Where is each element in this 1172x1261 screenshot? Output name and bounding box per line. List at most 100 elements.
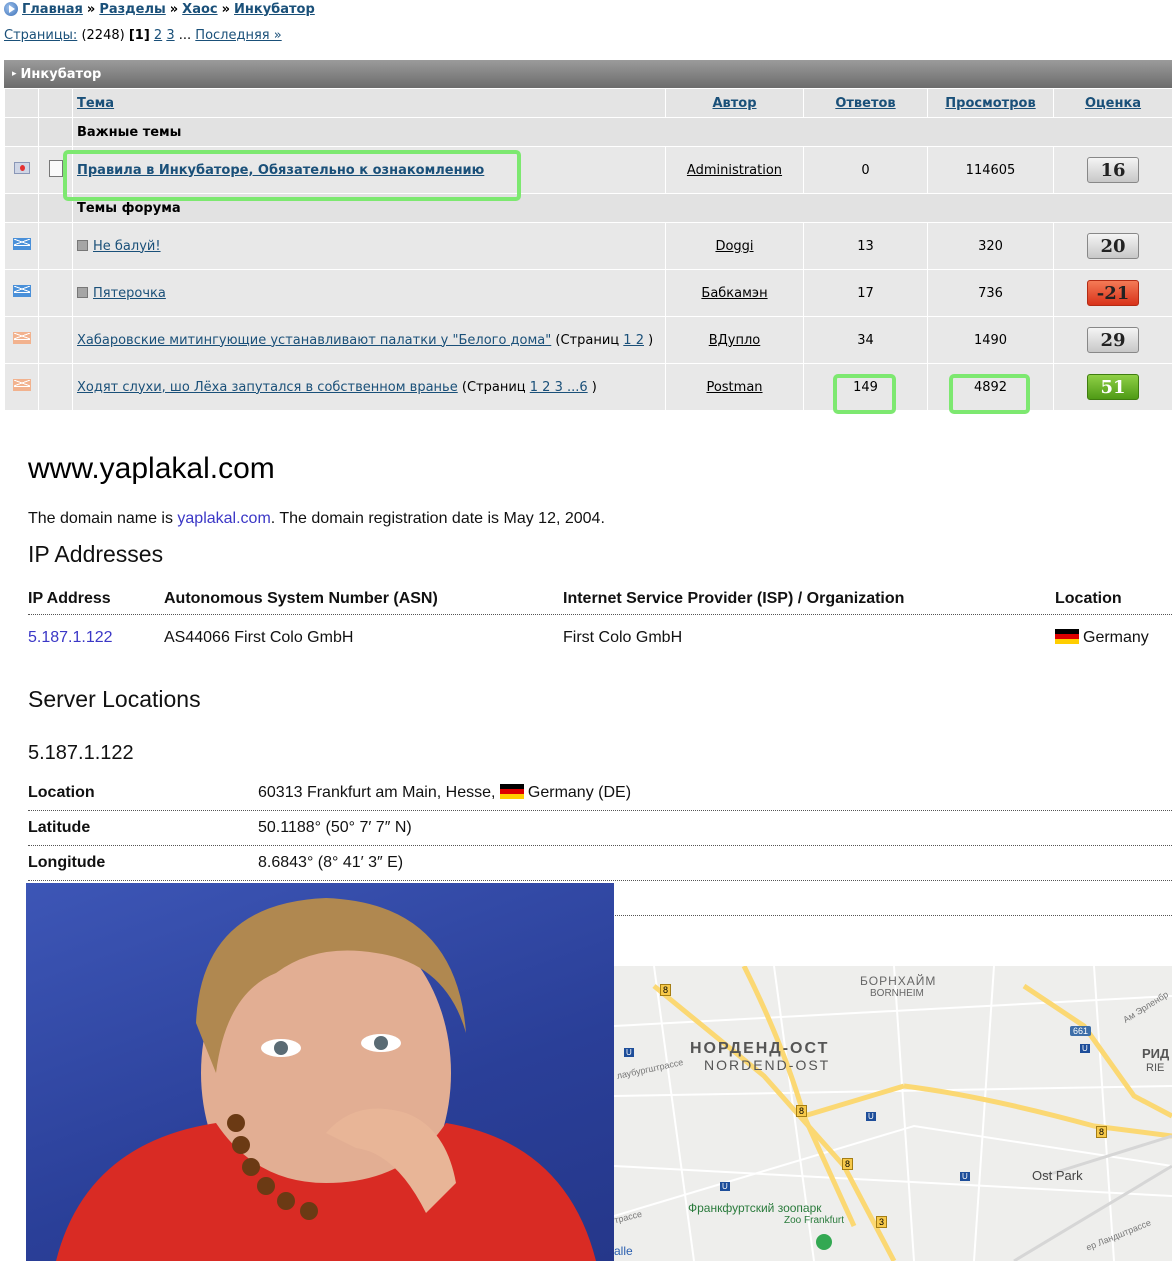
topic-author-link[interactable]: ВДупло xyxy=(709,333,761,348)
road-badge: 8 xyxy=(660,984,672,996)
map-label: Zoo Frankfurt xyxy=(784,1215,845,1226)
table-row: Не балуй! Doggi 13 320 20 xyxy=(4,222,1172,270)
topic-title-link[interactable]: Правила в Инкубаторе, Обязательно к озна… xyxy=(77,163,484,178)
column-views: Просмотров xyxy=(927,88,1054,118)
section-important: Важные темы xyxy=(72,117,1172,147)
server-ip: 5.187.1.122 xyxy=(28,742,134,764)
topic-table: Тема Автор Ответов Просмотров Оценка Важ… xyxy=(4,88,1172,411)
pinned-topic-icon xyxy=(13,162,30,174)
map-view[interactable]: БОРНХАЙМ BORNHEIM НОРДЕНД-ОСТ NORDEND-OS… xyxy=(614,966,1172,1261)
road-badge: 8 xyxy=(1096,1126,1108,1138)
map-label: РИД xyxy=(1142,1046,1170,1061)
map-label: RIE xyxy=(1146,1062,1165,1074)
home-icon[interactable] xyxy=(4,2,18,16)
pagination: Страницы: (2248) [1] 2 3 ... Последняя » xyxy=(4,28,282,43)
topic-replies: 34 xyxy=(803,316,928,364)
rating-badge[interactable]: 51 xyxy=(1087,374,1139,400)
map-label: Ost Park xyxy=(1032,1168,1083,1183)
breadcrumb-incubator[interactable]: Инкубатор xyxy=(234,2,315,17)
map-streets xyxy=(614,966,1172,1261)
new-posts-mail-icon xyxy=(12,285,31,297)
rating-badge[interactable]: 20 xyxy=(1087,233,1139,259)
table-row: Пятерочка Бабкамэн 17 736 -21 xyxy=(4,269,1172,317)
map-label: alle xyxy=(614,1244,633,1258)
column-topic: Тема xyxy=(72,88,666,118)
map-label: Франкфуртский зоопарк xyxy=(688,1201,822,1215)
column-author: Автор xyxy=(665,88,804,118)
new-posts-mail-icon xyxy=(12,238,31,250)
table-row: Правила в Инкубаторе, Обязательно к озна… xyxy=(4,146,1172,194)
road-badge: 8 xyxy=(796,1105,808,1117)
breadcrumb-sections[interactable]: Разделы xyxy=(99,2,165,17)
collapse-arrow-icon[interactable]: ▸ xyxy=(12,69,17,79)
mail-icon xyxy=(12,332,31,344)
topic-replies: 17 xyxy=(803,269,928,317)
breadcrumb-separator: » xyxy=(221,1,231,17)
topic-title-link[interactable]: Пятерочка xyxy=(93,286,166,301)
domain-link[interactable]: yaplakal.com xyxy=(177,510,270,527)
topic-author-link[interactable]: Administration xyxy=(687,163,782,178)
metro-icon: U xyxy=(624,1048,634,1057)
pagination-last[interactable]: Последняя » xyxy=(195,28,281,43)
breadcrumb-separator: » xyxy=(86,1,96,17)
table-row: Ходят слухи, шо Лёха запутался в собстве… xyxy=(4,363,1172,411)
sort-topic-link[interactable]: Тема xyxy=(77,96,114,111)
table-row: Latitude 50.1188° (50° 7′ 7″ N) xyxy=(28,811,1172,846)
pagination-page-2[interactable]: 2 xyxy=(154,28,162,43)
topic-views: 4892 xyxy=(927,363,1054,411)
forum-header: ▸ Инкубатор xyxy=(4,60,1172,88)
germany-flag-icon xyxy=(499,784,524,799)
ip-addresses-heading: IP Addresses xyxy=(28,541,164,567)
portrait-illustration xyxy=(56,898,596,1261)
metro-icon: U xyxy=(866,1112,876,1121)
topic-author-link[interactable]: Postman xyxy=(706,380,762,395)
breadcrumb-separator: » xyxy=(169,1,179,17)
germany-flag-icon xyxy=(1055,629,1079,645)
metro-icon: U xyxy=(1080,1044,1090,1053)
map-label: НОРДЕНД-ОСТ xyxy=(690,1040,830,1057)
pagination-ellipsis: ... xyxy=(178,28,192,43)
topic-replies: 0 xyxy=(803,146,928,194)
topic-title-link[interactable]: Хабаровские митингующие устанавливают па… xyxy=(77,333,551,348)
map-label: NORDEND-OST xyxy=(704,1057,831,1073)
site-title: www.yaplakal.com xyxy=(28,452,275,485)
topic-pages-suffix: ) xyxy=(648,332,654,348)
server-locations-heading: Server Locations xyxy=(28,686,201,712)
sort-rating-link[interactable]: Оценка xyxy=(1085,96,1141,111)
topic-replies: 149 xyxy=(803,363,928,411)
rating-badge[interactable]: 16 xyxy=(1087,157,1139,183)
topic-pages-prefix: (Страниц xyxy=(555,332,620,348)
topic-page-links[interactable]: 1 2 xyxy=(623,333,644,348)
topic-author-link[interactable]: Бабкамэн xyxy=(701,286,767,301)
topic-author-link[interactable]: Doggi xyxy=(715,239,753,254)
topic-title-link[interactable]: Ходят слухи, шо Лёха запутался в собстве… xyxy=(77,380,458,395)
column-rating: Оценка xyxy=(1053,88,1172,118)
topic-title-link[interactable]: Не балуй! xyxy=(93,239,161,254)
breadcrumb-home[interactable]: Главная xyxy=(22,2,83,17)
topic-type-icon xyxy=(77,239,88,251)
topic-views: 1490 xyxy=(927,316,1054,364)
document-icon xyxy=(48,159,63,177)
rating-badge[interactable]: 29 xyxy=(1087,327,1139,353)
mail-icon xyxy=(12,379,31,391)
sort-views-link[interactable]: Просмотров xyxy=(945,96,1035,111)
portrait-photo xyxy=(26,883,614,1261)
section-forum-topics: Темы форума xyxy=(72,193,1172,223)
pagination-label[interactable]: Страницы: xyxy=(4,28,77,43)
table-row: Хабаровские митингующие устанавливают па… xyxy=(4,316,1172,364)
ip-table: IP Address Autonomous System Number (ASN… xyxy=(28,584,1172,651)
forum-title: Инкубатор xyxy=(20,66,102,82)
sort-replies-link[interactable]: Ответов xyxy=(835,96,895,111)
sort-author-link[interactable]: Автор xyxy=(712,96,756,111)
breadcrumb-chaos[interactable]: Хаос xyxy=(182,2,217,17)
topic-type-icon xyxy=(77,286,88,298)
rating-badge[interactable]: -21 xyxy=(1087,280,1139,306)
pagination-page-3[interactable]: 3 xyxy=(166,28,174,43)
topic-replies: 13 xyxy=(803,222,928,270)
ip-link[interactable]: 5.187.1.122 xyxy=(28,629,113,647)
pagination-count: (2248) xyxy=(81,28,125,43)
pagination-current: [1] xyxy=(128,28,150,43)
topic-page-links[interactable]: 1 2 3 ...6 xyxy=(530,380,588,395)
location-value: Germany xyxy=(1055,629,1149,647)
site-description: The domain name is yaplakal.com. The dom… xyxy=(28,510,605,527)
